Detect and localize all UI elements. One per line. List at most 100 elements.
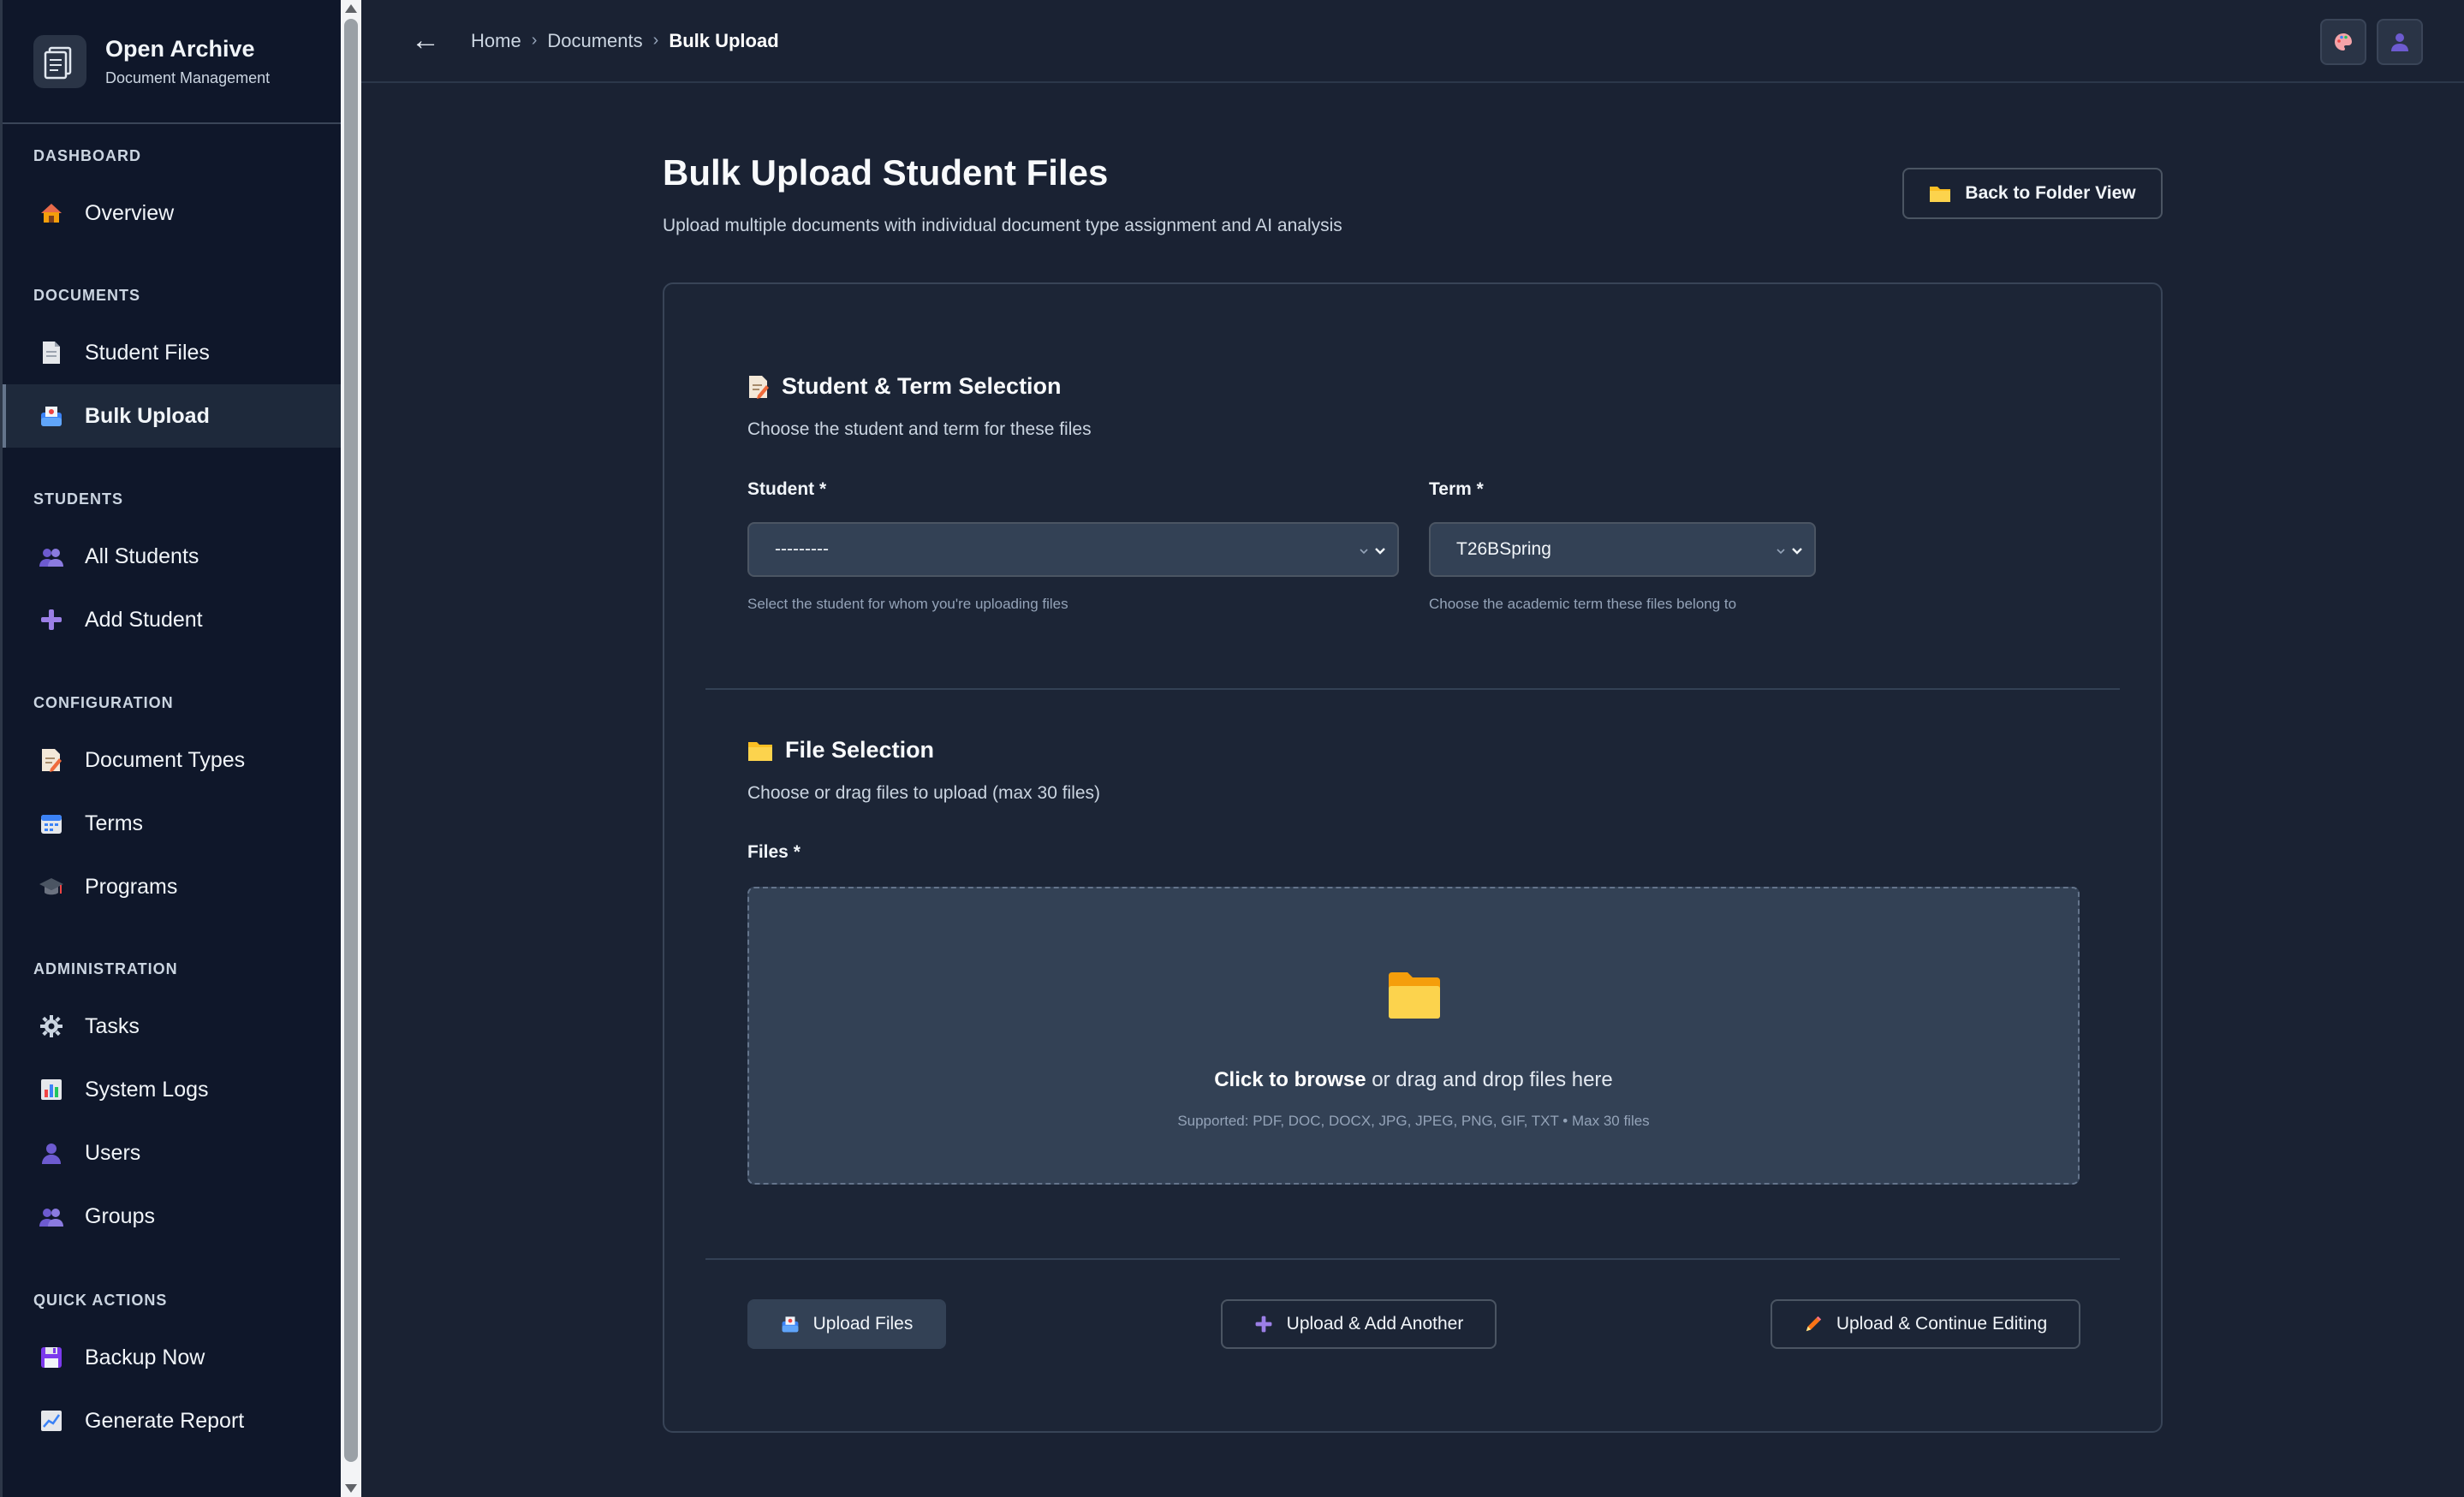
sidebar-item-label: Groups [85,1203,155,1228]
folder-icon [1387,971,1442,1025]
sidebar-scrollbar[interactable] [341,0,361,1497]
term-select-value: T26BSpring [1456,539,1551,559]
page-subtitle: Upload multiple documents with individua… [663,216,1342,235]
memo-icon [747,375,770,399]
sidebar-item-label: Add Student [85,607,203,632]
folder-icon [1929,184,1951,203]
sidebar-item-label: Users [85,1140,141,1165]
sidebar-item-all-students[interactable]: All Students [3,525,341,588]
users-icon [39,1203,64,1229]
scrollbar-thumb[interactable] [344,19,358,1462]
term-label: Term * [1429,479,1484,499]
sidebar-item-generate-report[interactable]: Generate Report [3,1389,341,1452]
student-label: Student * [747,479,827,499]
nav-section-administration: ADMINISTRATION [33,960,178,977]
plus-icon [39,607,64,633]
breadcrumb-current: Bulk Upload [669,29,779,51]
sidebar-item-backup-now[interactable]: Backup Now [3,1326,341,1389]
memo-icon [39,747,64,773]
sidebar-item-label: Tasks [85,1013,140,1038]
archive-logo-icon [33,34,86,88]
section-divider [705,1258,2120,1260]
user-profile-button[interactable] [2377,19,2423,65]
line-chart-icon [39,1408,64,1434]
sidebar-item-tasks[interactable]: Tasks [3,995,341,1058]
chevron-down-icon [1358,539,1387,563]
sidebar-item-users[interactable]: Users [3,1121,341,1185]
supported-formats-text: Supported: PDF, DOC, DOCX, JPG, JPEG, PN… [1177,1113,1650,1129]
gear-icon [39,1013,64,1039]
sidebar-item-label: Backup Now [85,1345,205,1369]
nav-section-dashboard: DASHBOARD [33,147,141,164]
graduation-cap-icon [39,874,64,900]
sidebar-item-label: Bulk Upload [85,403,210,428]
scroll-up-arrow-icon[interactable] [345,4,357,13]
upload-add-another-button[interactable]: Upload & Add Another [1221,1299,1497,1349]
breadcrumb-home[interactable]: Home [471,30,521,52]
breadcrumb-separator: › [652,31,659,50]
sidebar-item-label: All Students [85,544,199,568]
calendar-icon [39,811,64,836]
student-help-text: Select the student for whom you're uploa… [747,596,1068,612]
theme-palette-button[interactable] [2320,19,2366,65]
document-icon [39,340,64,365]
back-arrow-icon[interactable]: ← [411,24,440,57]
sidebar-item-system-logs[interactable]: System Logs [3,1058,341,1121]
sidebar-item-terms[interactable]: Terms [3,792,341,855]
chevron-down-icon [1775,539,1804,563]
term-help-text: Choose the academic term these files bel… [1429,596,1737,612]
back-to-folder-view-button[interactable]: Back to Folder View [1902,168,2163,219]
top-bar: ← Home › Documents › Bulk Upload [361,0,2464,83]
sidebar: Open Archive Document Management DASHBOA… [0,0,341,1497]
upload-files-button[interactable]: Upload Files [747,1299,946,1349]
sidebar-item-add-student[interactable]: Add Student [3,588,341,651]
file-title-text: File Selection [785,737,935,763]
user-icon [2391,33,2408,51]
sidebar-item-label: Student Files [85,340,210,365]
breadcrumb-documents[interactable]: Documents [547,30,642,52]
brand[interactable]: Open Archive Document Management [3,0,341,124]
house-icon [39,200,64,226]
brand-subtitle: Document Management [105,68,271,86]
file-section-title: File Selection [747,737,934,763]
student-select[interactable]: --------- [747,522,1399,577]
dropzone-instruction: Click to browse or drag and drop files h… [749,1068,2078,1092]
dropzone-instruction-rest: or drag and drop files here [1366,1068,1613,1091]
sidebar-item-label: Overview [85,200,175,225]
plus-icon [1254,1315,1273,1334]
sidebar-item-student-files[interactable]: Student Files [3,321,341,384]
upload-files-label: Upload Files [812,1314,914,1334]
back-to-folder-label: Back to Folder View [1965,183,2136,203]
selection-section-title: Student & Term Selection [747,373,1062,400]
scroll-down-arrow-icon[interactable] [345,1484,357,1493]
breadcrumb-separator: › [531,31,538,50]
user-icon [39,1140,64,1166]
files-label: Files * [747,842,801,862]
sidebar-item-label: Programs [85,874,178,899]
nav-section-configuration: CONFIGURATION [33,694,174,711]
sidebar-item-document-types[interactable]: Document Types [3,728,341,792]
browse-link[interactable]: Click to browse [1214,1068,1366,1091]
upload-add-another-label: Upload & Add Another [1286,1314,1464,1334]
folder-icon [747,740,773,762]
upload-continue-editing-button[interactable]: Upload & Continue Editing [1771,1299,2080,1349]
section-divider [705,688,2120,690]
selection-subtitle: Choose the student and term for these fi… [747,419,1092,439]
upload-continue-editing-label: Upload & Continue Editing [1836,1314,2048,1334]
term-select[interactable]: T26BSpring [1429,522,1816,577]
selection-title-text: Student & Term Selection [782,373,1062,399]
file-dropzone[interactable]: Click to browse or drag and drop files h… [747,887,2080,1185]
sidebar-item-bulk-upload[interactable]: Bulk Upload [3,384,341,448]
file-subtitle: Choose or drag files to upload (max 30 f… [747,783,1101,803]
student-select-value: --------- [775,539,829,559]
outbox-icon [39,403,64,429]
nav-section-documents: DOCUMENTS [33,287,140,304]
upload-form-card: Student & Term Selection Choose the stud… [663,282,2163,1433]
breadcrumb: Home › Documents › Bulk Upload [471,30,779,52]
sidebar-item-overview[interactable]: Overview [3,181,341,245]
sidebar-item-groups[interactable]: Groups [3,1185,341,1248]
page-title: Bulk Upload Student Files [663,152,1109,193]
sidebar-item-programs[interactable]: Programs [3,855,341,918]
floppy-disk-icon [39,1345,64,1370]
palette-icon [2335,33,2352,50]
